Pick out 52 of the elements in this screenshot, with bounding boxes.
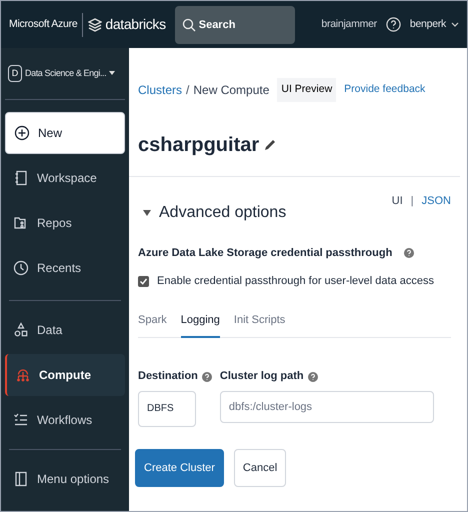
checkbox[interactable]	[138, 276, 149, 287]
checkbox-label: Enable credential passthrough for user-level data access	[157, 274, 434, 290]
stack-logo-icon	[88, 18, 102, 32]
shapes-icon	[13, 322, 29, 338]
persona-label: Data Science & Engi...	[25, 66, 106, 80]
help-icon[interactable]	[386, 17, 401, 32]
tab[interactable]: Init Scripts	[234, 312, 286, 338]
feedback-link[interactable]: Provide feedback	[344, 82, 426, 98]
user-menu[interactable]: benperk	[410, 16, 446, 32]
sidebar-item[interactable]: Compute	[5, 354, 125, 396]
panel-icon	[13, 471, 29, 487]
field-label: Destination	[138, 369, 198, 384]
persona-switcher[interactable]: D Data Science & Engi...	[5, 48, 125, 100]
sidebar-item[interactable]: Repos	[5, 202, 125, 244]
pencil-icon[interactable]	[263, 138, 278, 152]
create-button[interactable]: Create Cluster	[135, 448, 224, 487]
workspace-name[interactable]: brainjammer	[321, 16, 377, 32]
cancel-button[interactable]: Cancel	[234, 448, 286, 487]
breadcrumb-separator: /	[186, 82, 190, 99]
log-path-field[interactable]: dbfs:/cluster-logs	[220, 390, 434, 423]
ui-toggle[interactable]: UI	[392, 192, 403, 210]
field-label: Cluster log path	[220, 369, 304, 384]
caret-icon	[109, 71, 116, 76]
cluster-name: csharpguitar	[138, 132, 260, 158]
caret-down-icon	[143, 208, 151, 217]
sidebar-item[interactable]: Workflows	[5, 399, 125, 441]
cloud-network-icon	[15, 367, 31, 383]
sidebar-item[interactable]: Recents	[5, 247, 125, 289]
breadcrumb-link[interactable]: Clusters	[138, 80, 182, 99]
toggle-separator: |	[410, 194, 414, 209]
breadcrumb-current: New Compute	[193, 82, 270, 99]
product-name: databricks	[105, 15, 166, 34]
checklist-icon	[13, 412, 29, 428]
advanced-options-toggle[interactable]: Advanced options	[143, 200, 286, 225]
chevron-down-icon[interactable]	[451, 22, 459, 28]
sidebar-item[interactable]: Data	[5, 309, 125, 351]
sidebar-item[interactable]: Workspace	[5, 157, 125, 199]
destination-select[interactable]: DBFS	[138, 390, 196, 427]
tab[interactable]: Spark	[138, 312, 167, 338]
preview-badge: UI Preview	[277, 78, 336, 102]
search-field[interactable]: Search	[174, 6, 295, 44]
clock-icon	[13, 260, 29, 276]
persona-letter: D	[8, 65, 22, 82]
notebook-icon	[13, 170, 29, 186]
search-icon	[182, 18, 196, 32]
json-toggle[interactable]: JSON	[422, 192, 451, 210]
plus-circle-icon	[14, 125, 30, 141]
brand-name: Microsoft Azure	[9, 16, 78, 32]
tab[interactable]: Logging	[180, 312, 220, 338]
section-heading: Azure Data Lake Storage credential passthrough	[138, 246, 392, 261]
sidebar-item[interactable]: Menu options	[5, 458, 125, 500]
new-button[interactable]: New	[5, 112, 125, 154]
